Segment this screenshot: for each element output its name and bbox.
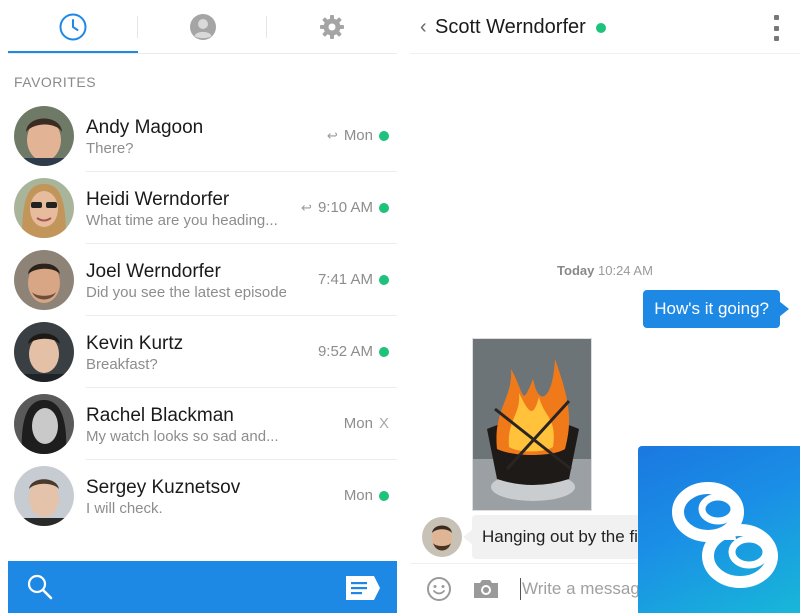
avatar [14, 106, 74, 166]
list-item[interactable]: Heidi Werndorfer What time are you headi… [8, 172, 397, 244]
reply-icon: ↩ [301, 199, 312, 215]
online-status-icon [379, 202, 389, 213]
online-status-icon [595, 22, 606, 33]
search-button[interactable] [26, 573, 54, 601]
tab-bar-divider [8, 53, 397, 54]
contact-meta: ↩ 9:10 AM [301, 199, 389, 216]
photo-message[interactable] [472, 338, 592, 511]
timestamp-day: Today [557, 263, 595, 278]
bottom-action-bar [8, 561, 397, 613]
favorites-list: Andy Magoon There? ↩ Mon Heidi Werndorfe… [8, 100, 397, 532]
chat-title: Scott Werndorfer [435, 16, 606, 39]
chat-header: ‹ Scott Werndorfer [410, 0, 800, 54]
contact-name: Heidi Werndorfer [86, 189, 230, 210]
text-cursor [520, 578, 521, 600]
contact-meta: 7:41 AM [318, 271, 389, 288]
back-chevron-icon[interactable]: ‹ [420, 16, 427, 39]
app-logo-icon [672, 482, 778, 588]
online-status-icon [379, 346, 389, 357]
compose-icon [346, 576, 380, 600]
emoji-icon [427, 577, 451, 601]
message-time: 9:52 AM [317, 343, 373, 360]
tab-bar [8, 0, 397, 54]
list-item[interactable]: Andy Magoon There? ↩ Mon [8, 100, 397, 172]
online-status-icon [379, 274, 389, 285]
outgoing-message-bubble[interactable]: How's it going? [643, 290, 780, 328]
list-item[interactable]: Joel Werndorfer Did you see the latest e… [8, 244, 397, 316]
message-time: 9:10 AM [317, 199, 373, 216]
list-item[interactable]: Rachel Blackman My watch looks so sad an… [8, 388, 397, 460]
message-preview: My watch looks so sad and... [86, 428, 279, 445]
offline-status-icon: X [378, 415, 389, 432]
message-preview: Breakfast? [86, 356, 158, 373]
avatar [14, 250, 74, 310]
bubble-tail [779, 301, 789, 317]
contact-name: Rachel Blackman [86, 405, 234, 426]
tab-recent[interactable] [8, 0, 138, 54]
contact-name: Andy Magoon [86, 117, 204, 138]
contact-meta: Mon [344, 487, 389, 504]
favorites-label: FAVORITES [14, 74, 97, 90]
reply-icon: ↩ [326, 127, 338, 143]
tab-contacts[interactable] [138, 0, 268, 54]
list-item[interactable]: Sergey Kuznetsov I will check. Mon [8, 460, 397, 532]
incoming-message-bubble[interactable]: Hanging out by the fi [472, 515, 650, 559]
avatar [14, 322, 74, 382]
list-item[interactable]: Kevin Kurtz Breakfast? 9:52 AM [8, 316, 397, 388]
message-preview: What time are you heading... [86, 212, 278, 229]
gear-icon [320, 15, 345, 39]
message-preview: There? [86, 140, 134, 157]
search-icon [27, 574, 53, 600]
avatar [14, 394, 74, 454]
online-status-icon [379, 490, 389, 501]
camera-button[interactable] [472, 577, 500, 601]
message-time: Mon [343, 127, 373, 144]
more-vert-icon[interactable] [772, 15, 780, 41]
avatar [422, 517, 462, 557]
message-preview: I will check. [86, 500, 163, 517]
tab-settings[interactable] [267, 0, 397, 54]
contact-name: Sergey Kuznetsov [86, 477, 241, 498]
message-preview: Did you see the latest episode? [86, 284, 286, 301]
emoji-button[interactable] [426, 576, 452, 602]
clock-icon [59, 13, 87, 41]
contact-name: Joel Werndorfer [86, 261, 221, 282]
avatar [14, 466, 74, 526]
contact-name: Kevin Kurtz [86, 333, 184, 354]
person-icon [189, 14, 216, 40]
message-time: 7:41 AM [317, 271, 373, 288]
compose-button[interactable] [345, 575, 381, 601]
incoming-message-text: Hanging out by the fi [482, 527, 638, 546]
message-time: Mon [343, 415, 373, 432]
chat-contact-name: Scott Werndorfer [435, 16, 586, 38]
app-logo [638, 446, 800, 613]
timestamp-time: 10:24 AM [598, 263, 653, 278]
online-status-icon [379, 130, 389, 141]
conversation-list-pane: FAVORITES Andy Magoon There? ↩ Mon Heidi… [8, 0, 397, 613]
contact-meta: ↩ Mon [327, 127, 389, 144]
message-input[interactable] [522, 574, 642, 604]
contact-meta: 9:52 AM [318, 343, 389, 360]
avatar [14, 178, 74, 238]
contact-meta: Mon X [344, 415, 389, 432]
camera-icon [474, 580, 498, 598]
message-timestamp: Today 10:24 AM [410, 263, 800, 278]
message-time: Mon [343, 487, 373, 504]
